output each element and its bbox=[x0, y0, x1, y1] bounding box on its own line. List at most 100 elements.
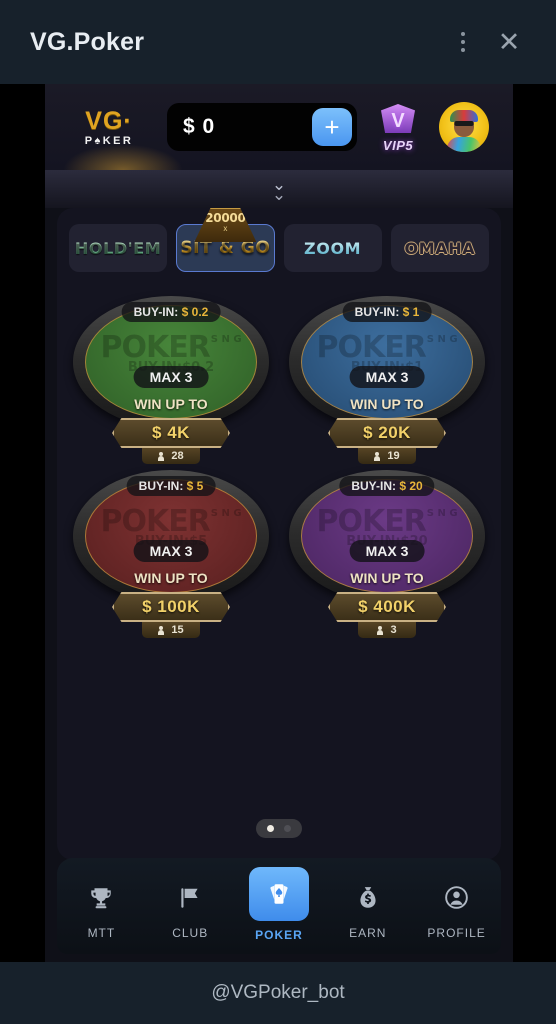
nav-item-profile[interactable]: PROFILE bbox=[412, 877, 501, 940]
sitgo-badge-x: x bbox=[223, 224, 228, 233]
nav-label-poker: POKER bbox=[255, 927, 303, 942]
buyin-value: $ 1 bbox=[402, 305, 420, 319]
win-up-to-label: WIN UP TO bbox=[134, 396, 208, 412]
window-header: VG.Poker ✕ bbox=[0, 0, 556, 84]
people-icon bbox=[158, 451, 168, 461]
tab-zoom[interactable]: ZOOM bbox=[283, 224, 382, 272]
max-players-badge: MAX 3 bbox=[349, 540, 425, 562]
nav-item-club[interactable]: CLUB bbox=[146, 877, 235, 940]
tab-zoom-label: ZOOM bbox=[304, 238, 362, 258]
seats-counter: 3 bbox=[358, 622, 416, 638]
buyin-label: BUY-IN: bbox=[351, 479, 396, 493]
pagination-dot-2[interactable] bbox=[284, 825, 291, 832]
player-count: 3 bbox=[390, 624, 397, 636]
nav-item-earn[interactable]: EARN bbox=[323, 877, 412, 940]
prize-plaque: $ 20K 19 bbox=[328, 418, 446, 464]
max-players-badge: MAX 3 bbox=[133, 540, 209, 562]
table-grid: POKERS N G BUY-IN:$0.2 BUY-IN: $ 0.2 MAX… bbox=[69, 294, 489, 638]
nav-item-poker[interactable]: POKER bbox=[235, 866, 324, 942]
buyin-badge: BUY-IN: $ 1 bbox=[342, 302, 432, 322]
brand-line-1: VG· bbox=[85, 107, 133, 135]
player-count: 28 bbox=[171, 450, 184, 462]
close-icon[interactable]: ✕ bbox=[486, 19, 532, 65]
pagination-dots[interactable] bbox=[256, 819, 302, 838]
table-card[interactable]: POKERS N G BUY-IN:$0.2 BUY-IN: $ 0.2 MAX… bbox=[69, 294, 273, 464]
max-players-badge: MAX 3 bbox=[133, 366, 209, 388]
balance-pill[interactable]: $ 0 + bbox=[167, 103, 357, 151]
balance-amount: $ 0 bbox=[183, 115, 312, 139]
watermark-sng: S N G bbox=[210, 334, 242, 345]
table-card[interactable]: POKERS N G BUY-IN:$1 BUY-IN: $ 1 MAX 3 W… bbox=[285, 294, 489, 464]
money-bag-icon bbox=[344, 877, 392, 919]
buyin-value: $ 5 bbox=[186, 479, 204, 493]
table-card[interactable]: POKERS N G BUY-IN:$20 BUY-IN: $ 20 MAX 3… bbox=[285, 468, 489, 638]
app-viewport: VG· P♠KER $ 0 + V VIP5 ⌄ ⌄ HOLD'EM 20000… bbox=[45, 84, 513, 962]
vip-crown-icon: V bbox=[375, 101, 421, 141]
prize-amount: $ 4K bbox=[112, 418, 230, 448]
game-mode-tabs: HOLD'EM 20000 x SIT & GO ZOOM OMAHA bbox=[69, 208, 489, 272]
win-up-to-label: WIN UP TO bbox=[350, 570, 424, 586]
prize-plaque: $ 100K 15 bbox=[112, 592, 230, 638]
app-root: VG.Poker ✕ VG· P♠KER $ 0 + V VIP5 ⌄ ⌄ HO… bbox=[0, 0, 556, 1024]
prize-amount: $ 400K bbox=[328, 592, 446, 622]
flag-icon bbox=[166, 877, 214, 919]
buyin-badge: BUY-IN: $ 5 bbox=[126, 476, 216, 496]
seats-counter: 28 bbox=[142, 448, 200, 464]
bot-handle: @VGPoker_bot bbox=[211, 982, 345, 1003]
people-icon bbox=[377, 625, 387, 635]
player-count: 15 bbox=[171, 624, 184, 636]
tab-holdem[interactable]: HOLD'EM bbox=[69, 224, 168, 272]
person-circle-icon bbox=[433, 877, 481, 919]
nav-item-mtt[interactable]: MTT bbox=[57, 877, 146, 940]
window-footer: @VGPoker_bot bbox=[0, 962, 556, 1024]
double-chevron-down-icon[interactable]: ⌄ ⌄ bbox=[271, 176, 287, 204]
tab-holdem-label: HOLD'EM bbox=[74, 238, 162, 258]
chevron-down-icon-2: ⌄ bbox=[271, 184, 287, 204]
seats-counter: 19 bbox=[358, 448, 416, 464]
sitgo-multiplier-badge: 20000 x bbox=[194, 208, 257, 242]
balance-value: 0 bbox=[202, 115, 216, 138]
brand-line-2: P♠KER bbox=[84, 135, 134, 147]
trophy-icon bbox=[77, 877, 125, 919]
people-icon bbox=[158, 625, 168, 635]
buyin-badge: BUY-IN: $ 0.2 bbox=[121, 302, 221, 322]
currency-symbol: $ bbox=[183, 115, 196, 138]
buyin-label: BUY-IN: bbox=[138, 479, 184, 493]
tab-omaha[interactable]: OMAHA bbox=[390, 224, 489, 272]
prize-plaque: $ 4K 28 bbox=[112, 418, 230, 464]
buyin-label: BUY-IN: bbox=[354, 305, 400, 319]
nav-label-mtt: MTT bbox=[87, 925, 116, 940]
collapse-strip[interactable]: ⌄ ⌄ bbox=[45, 170, 513, 208]
watermark-sng: S N G bbox=[426, 334, 458, 345]
vg-poker-logo: VG· P♠KER bbox=[63, 107, 155, 147]
vip-letter: V bbox=[391, 109, 405, 132]
watermark-sng: S N G bbox=[426, 508, 458, 519]
app-topbar: VG· P♠KER $ 0 + V VIP5 bbox=[45, 84, 513, 170]
add-funds-button[interactable]: + bbox=[312, 108, 352, 146]
sitgo-badge-number: 20000 bbox=[205, 211, 246, 225]
seats-counter: 15 bbox=[142, 622, 200, 638]
buyin-value: $ 20 bbox=[399, 479, 423, 493]
buyin-badge: BUY-IN: $ 20 bbox=[339, 476, 435, 496]
buyin-label: BUY-IN: bbox=[133, 305, 179, 319]
prize-plaque: $ 400K 3 bbox=[328, 592, 446, 638]
tab-omaha-label: OMAHA bbox=[404, 238, 476, 258]
people-icon bbox=[374, 451, 384, 461]
avatar[interactable] bbox=[439, 102, 489, 152]
tab-sitgo[interactable]: 20000 x SIT & GO bbox=[176, 208, 275, 272]
playing-cards-icon bbox=[248, 866, 309, 921]
bottom-navigation: MTT CLUB POKER EARN PROFILE bbox=[57, 858, 501, 954]
buyin-value: $ 0.2 bbox=[181, 305, 209, 319]
player-count: 19 bbox=[387, 450, 400, 462]
nav-label-club: CLUB bbox=[172, 925, 209, 940]
prize-amount: $ 20K bbox=[328, 418, 446, 448]
nav-label-earn: EARN bbox=[349, 925, 387, 940]
nav-label-profile: PROFILE bbox=[427, 925, 486, 940]
watermark-sng: S N G bbox=[210, 508, 242, 519]
table-card[interactable]: POKERS N G BUY-IN:$5 BUY-IN: $ 5 MAX 3 W… bbox=[69, 468, 273, 638]
pagination-dot-1[interactable] bbox=[267, 825, 274, 832]
win-up-to-label: WIN UP TO bbox=[350, 396, 424, 412]
more-vertical-icon[interactable] bbox=[440, 19, 486, 65]
lobby-panel: HOLD'EM 20000 x SIT & GO ZOOM OMAHA POKE… bbox=[57, 208, 501, 860]
vip-badge[interactable]: V VIP5 bbox=[369, 101, 427, 153]
